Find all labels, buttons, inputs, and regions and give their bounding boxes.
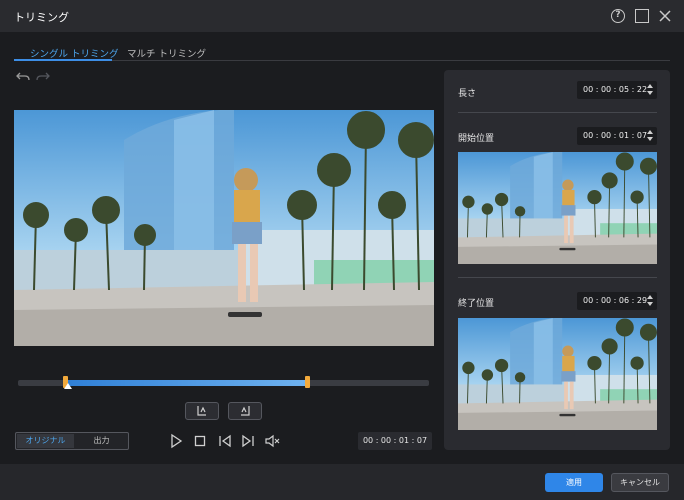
start-position-field[interactable]: 00 : 00 : 01 : 07	[577, 127, 657, 145]
maximize-icon[interactable]	[635, 9, 649, 23]
panel-divider	[458, 277, 657, 278]
preview-mode-toggle[interactable]: オリジナル 出力	[15, 432, 129, 450]
end-position-field[interactable]: 00 : 00 : 06 : 29	[577, 292, 657, 310]
prev-frame-icon[interactable]	[217, 433, 233, 449]
video-frame	[14, 110, 434, 346]
title-bar: トリミング ?	[0, 0, 684, 32]
current-time-display: 00 : 00 : 01 : 07	[358, 432, 432, 450]
cancel-button[interactable]: キャンセル	[611, 473, 669, 492]
apply-button[interactable]: 適用	[545, 473, 603, 492]
length-value: 00 : 00 : 05 : 22	[583, 85, 648, 94]
mode-output[interactable]: 出力	[75, 434, 128, 448]
playhead-marker[interactable]	[64, 383, 72, 389]
tab-divider	[14, 60, 670, 61]
window-title: トリミング	[14, 11, 69, 24]
set-start-button[interactable]	[185, 402, 219, 420]
length-field[interactable]: 00 : 00 : 05 : 22	[577, 81, 657, 99]
undo-icon[interactable]	[16, 72, 30, 85]
video-preview[interactable]	[14, 110, 434, 346]
trim-settings-panel: 長さ 00 : 00 : 05 : 22 開始位置 00 : 00 : 01 :…	[444, 70, 670, 450]
end-position-label: 終了位置	[458, 299, 495, 309]
trim-end-handle[interactable]	[305, 376, 310, 388]
help-icon[interactable]: ?	[611, 9, 625, 23]
start-frame-thumbnail	[458, 152, 657, 264]
panel-divider	[458, 112, 657, 113]
start-position-label: 開始位置	[458, 134, 495, 144]
tab-single-trim[interactable]: シングル トリミング	[30, 46, 119, 60]
tab-multi-trim[interactable]: マルチ トリミング	[127, 46, 206, 60]
play-icon[interactable]	[168, 433, 184, 449]
end-position-value: 00 : 00 : 06 : 29	[583, 296, 648, 305]
next-frame-icon[interactable]	[240, 433, 256, 449]
start-position-value: 00 : 00 : 01 : 07	[583, 131, 648, 140]
help-glyph: ?	[615, 10, 621, 20]
timeline-selection[interactable]	[66, 380, 308, 386]
close-icon[interactable]	[658, 9, 672, 23]
start-position-spinner[interactable]	[647, 129, 654, 143]
stop-icon[interactable]	[192, 433, 208, 449]
end-frame-thumbnail	[458, 318, 657, 430]
mark-in-icon	[197, 406, 206, 416]
end-position-spinner[interactable]	[647, 294, 654, 308]
redo-icon[interactable]	[36, 72, 50, 85]
mark-out-icon	[241, 406, 250, 416]
mode-original[interactable]: オリジナル	[17, 434, 74, 448]
dialog-footer: 適用 キャンセル	[0, 464, 684, 500]
mute-icon[interactable]	[264, 433, 280, 449]
length-spinner[interactable]	[647, 83, 654, 97]
active-tab-indicator	[14, 59, 112, 61]
length-label: 長さ	[458, 89, 477, 99]
set-end-button[interactable]	[228, 402, 262, 420]
